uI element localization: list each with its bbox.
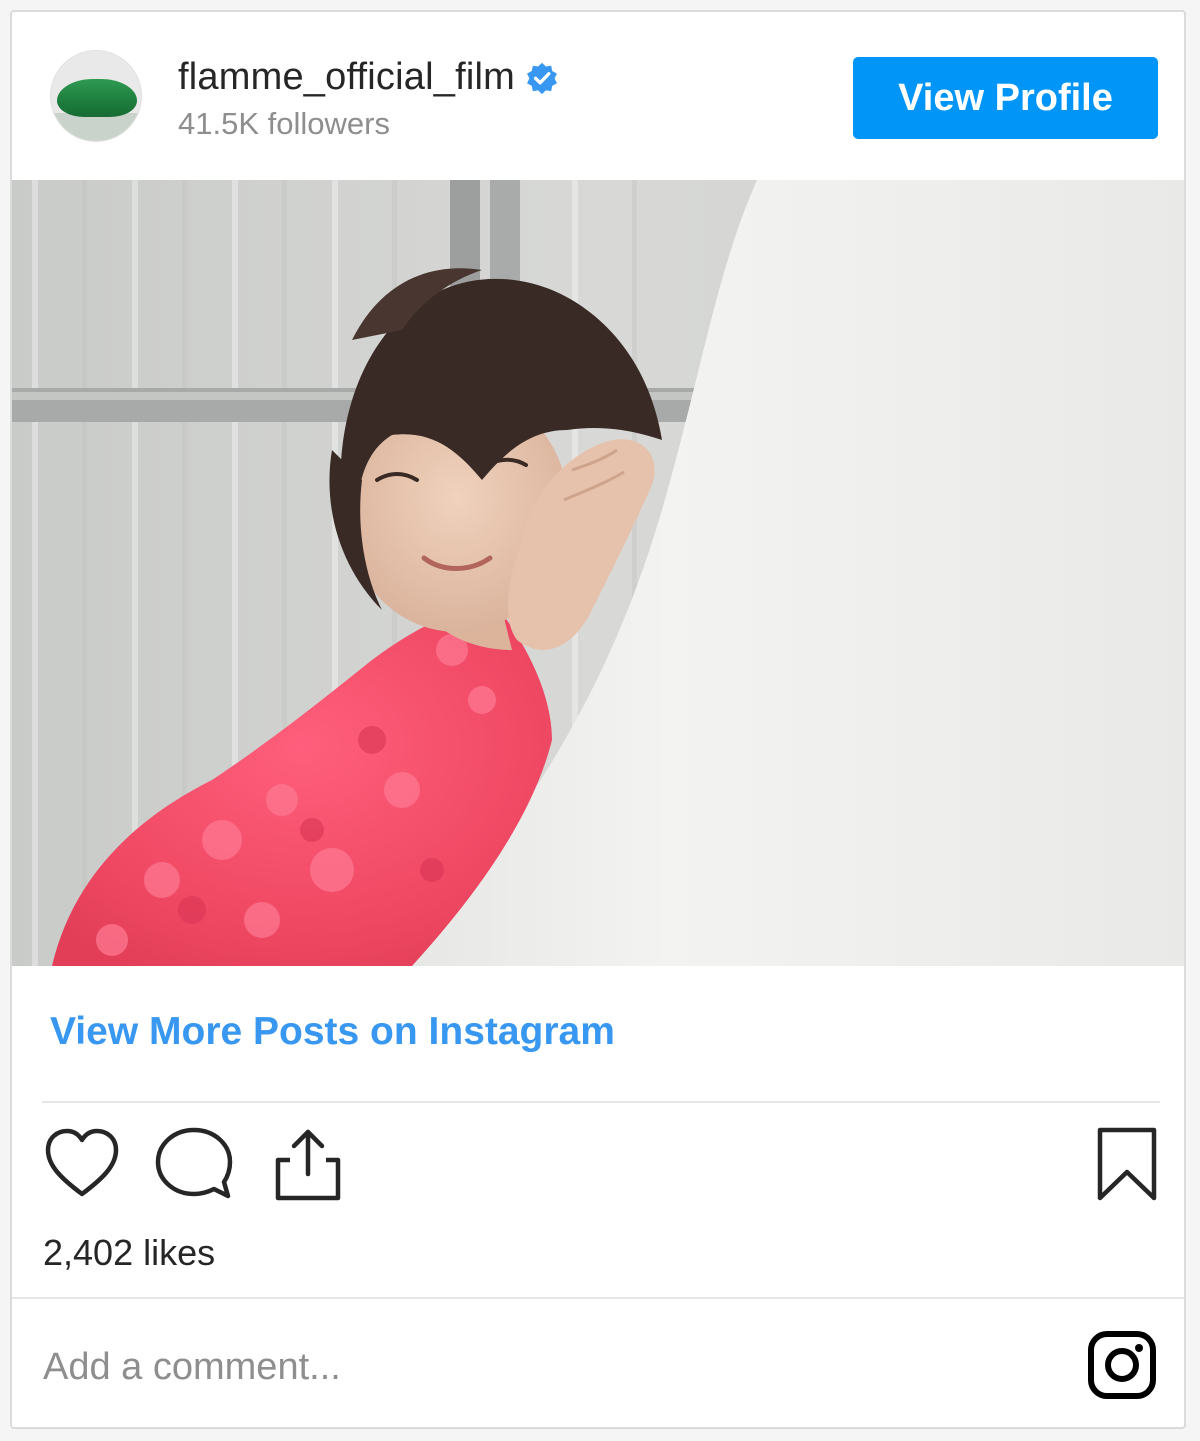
share-icon[interactable] xyxy=(270,1124,346,1209)
post-header: flamme_official_film 41.5K followers Vie… xyxy=(12,12,1184,180)
verified-badge-icon xyxy=(525,61,559,95)
heart-icon[interactable] xyxy=(42,1124,122,1209)
post-photo[interactable] xyxy=(12,180,1184,966)
instagram-embed-card: flamme_official_film 41.5K followers Vie… xyxy=(10,10,1186,1429)
comment-icon[interactable] xyxy=(154,1124,234,1209)
divider xyxy=(42,1101,1160,1103)
divider xyxy=(12,1297,1184,1299)
instagram-icon[interactable] xyxy=(1087,1330,1157,1400)
followers-count: 41.5K followers xyxy=(178,106,390,141)
avatar-leaf xyxy=(57,79,137,117)
username-row: flamme_official_film xyxy=(178,56,559,99)
action-bar xyxy=(42,1124,1160,1204)
view-more-posts-link[interactable]: View More Posts on Instagram xyxy=(50,1010,615,1054)
username[interactable]: flamme_official_film xyxy=(178,56,515,99)
comment-input[interactable] xyxy=(43,1337,1043,1397)
avatar-base xyxy=(51,113,141,141)
view-profile-button[interactable]: View Profile xyxy=(853,57,1158,139)
likes-count: 2,402 likes xyxy=(43,1232,216,1273)
avatar[interactable] xyxy=(50,50,142,142)
bookmark-icon[interactable] xyxy=(1094,1124,1160,1209)
